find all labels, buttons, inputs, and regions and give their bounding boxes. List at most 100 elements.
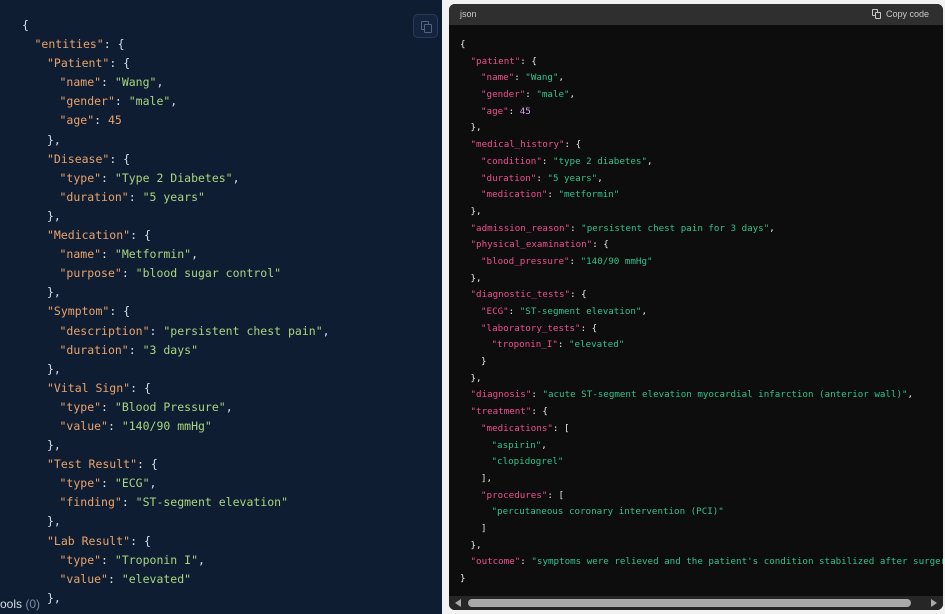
code-token: : xyxy=(570,222,582,234)
code-line: "percutaneous coronary intervention (PCI… xyxy=(460,504,943,521)
scroll-left-arrow-icon[interactable] xyxy=(455,599,461,607)
code-token: "value" xyxy=(59,571,108,586)
code-token: "name" xyxy=(59,75,102,90)
scrollbar-thumb[interactable] xyxy=(468,599,911,607)
code-line: "Vital Sign": { xyxy=(0,379,442,398)
code-token: "5 years" xyxy=(547,172,598,184)
code-token: "male" xyxy=(128,94,171,109)
code-line: "medication": "metformin" xyxy=(460,187,943,204)
code-line: "blood_pressure": "140/90 mmHg" xyxy=(460,254,943,271)
tools-count: (0) xyxy=(25,597,41,611)
code-token: "aspirin" xyxy=(491,439,542,451)
code-line: }, xyxy=(0,360,442,379)
code-token: }, xyxy=(47,285,61,300)
code-token: "age" xyxy=(481,105,509,117)
code-token: : xyxy=(107,418,122,433)
code-token: , xyxy=(198,552,205,567)
code-line: } xyxy=(460,571,943,588)
code-token: "elevated" xyxy=(121,571,192,586)
code-line: }, xyxy=(460,371,943,388)
code-token: , xyxy=(769,222,775,234)
code-token: "type" xyxy=(59,399,102,414)
copy-button-left[interactable] xyxy=(413,14,438,38)
horizontal-scrollbar[interactable] xyxy=(449,596,943,610)
code-line: }, xyxy=(460,271,943,288)
code-token: "persistent chest pain for 3 days" xyxy=(581,222,770,234)
copy-code-button[interactable]: Copy code xyxy=(871,9,929,19)
clipboard-icon xyxy=(871,9,882,19)
code-token: "ST-segment elevation" xyxy=(519,306,642,317)
code-token: : xyxy=(121,495,136,510)
code-line: "type": "Type 2 Diabetes", xyxy=(0,169,442,188)
code-token: : { xyxy=(137,457,158,472)
code-token: , xyxy=(907,389,914,401)
code-line: "ECG": "ST-segment elevation", xyxy=(460,304,943,321)
code-token: } xyxy=(481,356,487,368)
code-line: "gender": "male", xyxy=(0,92,442,111)
code-line: "Disease": { xyxy=(0,150,442,169)
code-line: "physical_examination": { xyxy=(460,237,943,254)
code-token: , xyxy=(232,170,240,185)
code-token: : { xyxy=(531,406,548,418)
tools-footer[interactable]: ools (0) xyxy=(0,594,80,614)
code-token: , xyxy=(597,172,603,184)
code-token: : { xyxy=(109,151,131,166)
code-line: "Test Result": { xyxy=(0,455,442,474)
code-token: } xyxy=(460,573,466,584)
code-token: "140/90 mmHg" xyxy=(121,418,212,433)
code-token: }, xyxy=(47,438,61,453)
code-line: "purpose": "blood sugar control" xyxy=(0,264,442,283)
code-token: : xyxy=(531,389,543,401)
code-line: "name": "Wang", xyxy=(0,73,442,92)
code-token: : { xyxy=(580,322,598,334)
code-token: }, xyxy=(47,208,61,223)
code-token: "Type 2 Diabetes" xyxy=(114,170,233,185)
code-token: "Lab Result" xyxy=(47,533,131,548)
code-token: , xyxy=(225,399,233,414)
code-token: "Troponin I" xyxy=(114,552,198,567)
scroll-right-arrow-icon[interactable] xyxy=(931,599,937,607)
code-line: }, xyxy=(0,207,442,226)
code-token: "Disease" xyxy=(47,151,110,166)
code-line: "clopidogrel" xyxy=(460,454,943,471)
code-token: "duration" xyxy=(481,172,537,184)
code-token: "Wang" xyxy=(114,75,157,90)
code-line: "procedures": [ xyxy=(460,488,943,505)
code-token: "5 years" xyxy=(142,189,205,204)
code-line: "diagnosis": "acute ST-segment elevation… xyxy=(460,387,943,404)
code-token: : xyxy=(114,94,129,109)
code-token: }, xyxy=(470,205,482,217)
code-token: "laboratory_tests" xyxy=(481,322,581,334)
code-line: "gender": "male", xyxy=(460,87,943,104)
code-line: "description": "persistent chest pain", xyxy=(0,322,442,341)
code-token: : xyxy=(536,172,548,184)
code-token: : { xyxy=(564,139,582,151)
code-token: "persistent chest pain" xyxy=(163,323,323,338)
code-token: : xyxy=(525,89,537,101)
code-token: : xyxy=(101,247,115,262)
code-line: }, xyxy=(460,204,943,221)
code-token: "ECG" xyxy=(114,476,150,491)
code-token: : xyxy=(107,571,122,586)
code-line: "medical_history": { xyxy=(460,137,943,154)
code-token: "diagnosis" xyxy=(470,389,532,401)
copy-code-label: Copy code xyxy=(885,9,929,19)
code-line: "Medication": { xyxy=(0,226,442,245)
code-line: "type": "Troponin I", xyxy=(0,551,442,570)
code-token: , xyxy=(646,155,653,167)
code-token: "gender" xyxy=(59,94,115,109)
code-token: : xyxy=(541,155,553,167)
code-token: "percutaneous coronary intervention (PCI… xyxy=(491,506,724,518)
left-code-block: {"entities": {"Patient": {"name": "Wang"… xyxy=(0,16,442,608)
code-token: "ECG" xyxy=(481,306,509,317)
code-line: "aspirin", xyxy=(460,438,943,455)
code-token: }, xyxy=(470,539,482,551)
code-token: }, xyxy=(470,272,482,284)
code-token: , xyxy=(322,323,330,338)
code-token: : xyxy=(94,113,108,128)
code-token: }, xyxy=(470,122,482,134)
code-token: : xyxy=(101,476,115,491)
code-token: "description" xyxy=(59,323,150,338)
code-token: : xyxy=(508,105,520,117)
code-token: : xyxy=(101,170,115,185)
